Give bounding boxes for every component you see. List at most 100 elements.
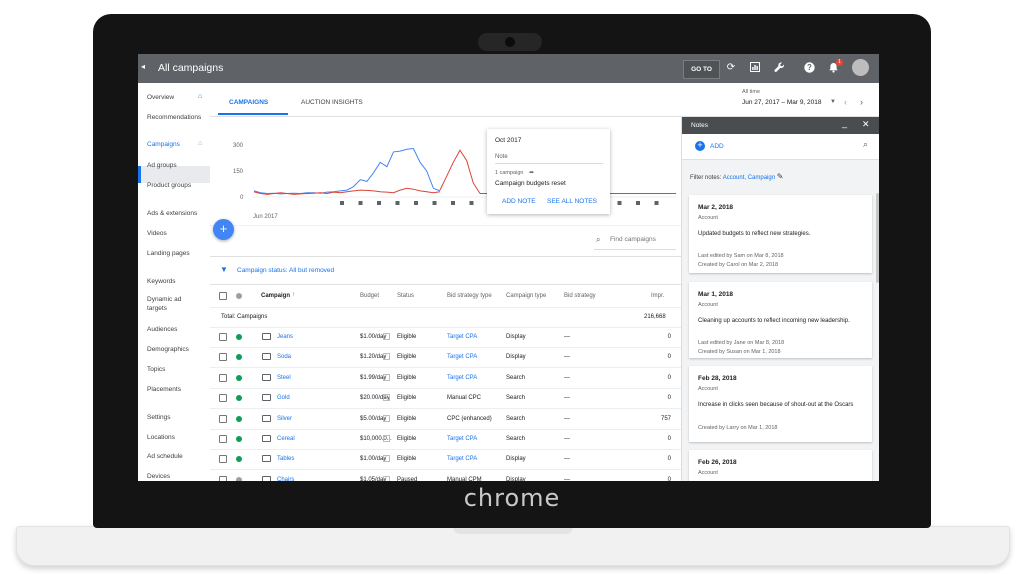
campaign-name-link[interactable]: Cereal bbox=[277, 436, 295, 442]
campaign-name-link[interactable]: Jeans bbox=[277, 334, 293, 340]
note-card[interactable]: Mar 2, 2018 Account Updated budgets to r… bbox=[689, 195, 872, 273]
col-header-bid-strategy[interactable]: Bid strategy bbox=[564, 293, 596, 299]
back-arrow-icon[interactable]: ◂ bbox=[141, 62, 145, 71]
sort-arrow-up-icon[interactable]: ↑ bbox=[292, 292, 295, 298]
budget-chart-icon[interactable] bbox=[383, 353, 390, 361]
sidebar-item-demographics[interactable]: Demographics bbox=[147, 346, 189, 353]
row-checkbox[interactable] bbox=[219, 414, 227, 423]
table-row[interactable]: Tables $1.00/day Eligible Target CPA Display… bbox=[210, 449, 681, 471]
close-icon[interactable]: ✕ bbox=[862, 119, 870, 130]
cell-bid-type[interactable]: Target CPA bbox=[447, 334, 477, 340]
filter-value[interactable]: All but removed bbox=[289, 267, 334, 274]
filter-icon[interactable]: ▼ bbox=[220, 265, 228, 274]
campaign-name-link[interactable]: Soda bbox=[277, 354, 291, 360]
add-note-plus-icon[interactable]: + bbox=[695, 141, 705, 151]
sidebar-item-keywords[interactable]: Keywords bbox=[147, 278, 176, 285]
table-row[interactable]: Cereal $10,000.0... Eligible Target CPA Sear… bbox=[210, 429, 681, 450]
go-to-button[interactable]: GO TO bbox=[683, 60, 720, 79]
sidebar-item-videos[interactable]: Videos bbox=[147, 230, 167, 237]
sidebar-item-ad-groups[interactable]: Ad groups bbox=[147, 162, 177, 169]
row-checkbox[interactable] bbox=[219, 435, 227, 443]
add-fab-button[interactable]: + bbox=[213, 219, 234, 240]
pencil-edit-icon[interactable]: ✎ bbox=[777, 172, 784, 181]
search-icon[interactable]: ⌕ bbox=[863, 139, 868, 150]
col-header-campaign[interactable]: Campaign bbox=[261, 293, 290, 299]
row-checkbox[interactable] bbox=[219, 394, 227, 403]
minimize-icon[interactable]: _ bbox=[842, 118, 847, 128]
table-row[interactable]: Steel $1.99/day Eligible Target CPA Search —0 bbox=[210, 368, 681, 389]
row-checkbox[interactable] bbox=[219, 373, 227, 382]
budget-chart-icon[interactable] bbox=[383, 475, 390, 481]
row-checkbox[interactable] bbox=[219, 353, 227, 362]
row-checkbox[interactable] bbox=[219, 455, 227, 464]
note-card[interactable]: Feb 28, 2018 Account Increase in clicks … bbox=[689, 366, 872, 442]
cell-bid-type[interactable]: Target CPA bbox=[447, 456, 477, 462]
sidebar-item-topics[interactable]: Topics bbox=[147, 366, 165, 373]
tab-campaigns[interactable]: CAMPAIGNS bbox=[229, 99, 268, 106]
campaign-name-link[interactable]: Silver bbox=[277, 416, 292, 422]
row-checkbox[interactable] bbox=[219, 475, 227, 481]
sidebar-item-overview[interactable]: Overview bbox=[147, 94, 174, 101]
cell-bid-type[interactable]: Target CPA bbox=[447, 354, 477, 360]
add-note-button[interactable]: ADD NOTE bbox=[502, 198, 536, 205]
sidebar-item-audiences[interactable]: Audiences bbox=[147, 326, 177, 333]
campaign-name-link[interactable]: Tables bbox=[277, 456, 294, 462]
chevron-left-icon[interactable]: ‹ bbox=[844, 97, 847, 107]
add-note-label[interactable]: ADD bbox=[710, 143, 724, 150]
col-header-impressions[interactable]: Impr. bbox=[651, 293, 664, 299]
wrench-tools-icon[interactable] bbox=[772, 62, 786, 75]
table-row[interactable]: Gold $20.00/day Eligible Manual CPC Search —0 bbox=[210, 388, 681, 410]
note-card[interactable]: Mar 1, 2018 Account Cleaning up accounts… bbox=[689, 282, 872, 358]
sidebar-item-settings[interactable]: Settings bbox=[147, 414, 171, 421]
sidebar-item-devices[interactable]: Devices bbox=[147, 473, 170, 480]
note-scope: Account bbox=[698, 386, 718, 392]
col-header-bid-strategy-type[interactable]: Bid strategy type bbox=[447, 293, 492, 299]
col-header-campaign-type[interactable]: Campaign type bbox=[506, 293, 546, 299]
row-checkbox[interactable] bbox=[219, 333, 227, 341]
reports-icon[interactable] bbox=[748, 62, 762, 75]
sidebar-item-campaigns[interactable]: Campaigns bbox=[147, 141, 180, 148]
sidebar-item-locations[interactable]: Locations bbox=[147, 434, 175, 441]
sidebar-item-placements[interactable]: Placements bbox=[147, 386, 181, 393]
help-icon[interactable]: ? bbox=[802, 62, 816, 75]
budget-chart-icon[interactable] bbox=[383, 394, 390, 402]
sidebar-item-ads-extensions[interactable]: Ads & extensions bbox=[147, 210, 197, 217]
budget-chart-icon[interactable] bbox=[383, 455, 390, 463]
filter-label[interactable]: Campaign status: bbox=[237, 267, 288, 274]
select-all-checkbox[interactable] bbox=[219, 292, 227, 300]
cell-bid-type[interactable]: Target CPA bbox=[447, 375, 477, 381]
col-header-status[interactable]: Status bbox=[397, 293, 414, 299]
date-dropdown-icon[interactable]: ▼ bbox=[830, 99, 836, 105]
note-card[interactable]: Feb 26, 2018 Account Onboarding of new a… bbox=[689, 450, 872, 481]
budget-chart-icon[interactable] bbox=[383, 333, 390, 340]
cell-bid-type[interactable]: Target CPA bbox=[447, 436, 477, 442]
date-range-value[interactable]: Jun 27, 2017 – Mar 9, 2018 bbox=[742, 99, 822, 106]
budget-chart-icon[interactable] bbox=[383, 435, 390, 442]
table-row[interactable]: Chairs $1.05/day Paused Manual CPM Display —0 bbox=[210, 470, 681, 481]
tab-auction-insights[interactable]: AUCTION INSIGHTS bbox=[301, 99, 363, 106]
find-campaigns-input[interactable] bbox=[594, 230, 676, 250]
sidebar-item-ad-schedule[interactable]: Ad schedule bbox=[147, 453, 183, 460]
notes-filter-value[interactable]: Account, Campaign bbox=[723, 175, 775, 181]
avatar[interactable] bbox=[852, 59, 869, 76]
campaign-name-link[interactable]: Steel bbox=[277, 375, 291, 381]
campaign-name-link[interactable]: Chairs bbox=[277, 477, 294, 481]
notes-scrollbar[interactable] bbox=[876, 193, 879, 283]
table-row[interactable]: Jeans $1.00/day Eligible Target CPA Display —… bbox=[210, 327, 681, 348]
sidebar-item-dynamic-ad-targets[interactable]: Dynamic ad targets bbox=[147, 295, 197, 313]
cell-impr: 0 bbox=[667, 456, 671, 463]
budget-chart-icon[interactable] bbox=[383, 373, 390, 381]
budget-chart-icon[interactable] bbox=[383, 414, 390, 422]
chevron-right-icon[interactable]: › bbox=[860, 97, 863, 107]
sidebar-item-product-groups[interactable]: Product groups bbox=[147, 182, 191, 189]
col-header-budget[interactable]: Budget bbox=[360, 293, 379, 299]
refresh-icon[interactable]: ⟳ bbox=[724, 62, 738, 75]
sidebar-item-landing-pages[interactable]: Landing pages bbox=[147, 250, 190, 257]
sidebar-item-recommendations[interactable]: Recommendations bbox=[147, 114, 201, 121]
table-row[interactable]: Silver $5.00/day Eligible CPC (enhanced) Sea… bbox=[210, 409, 681, 430]
campaign-name-link[interactable]: Gold bbox=[277, 395, 290, 401]
campaign-type-icon bbox=[262, 394, 271, 402]
table-row[interactable]: Soda $1.20/day Eligible Target CPA Display —0 bbox=[210, 347, 681, 369]
notification-badge: 1 bbox=[836, 59, 843, 66]
see-all-notes-button[interactable]: SEE ALL NOTES bbox=[547, 198, 597, 205]
